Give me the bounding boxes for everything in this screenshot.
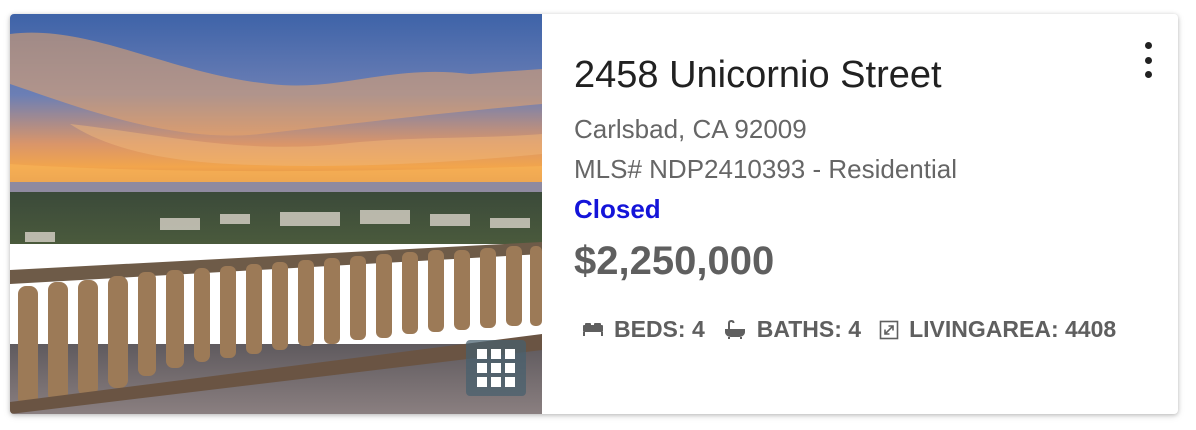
expand-icon	[879, 320, 899, 339]
listing-city: Carlsbad, CA 92009	[574, 114, 807, 144]
feature-living-area: LIVINGAREA: 4408	[879, 316, 1116, 343]
listing-card[interactable]: 2458 Unicornio Street Carlsbad, CA 92009…	[10, 14, 1178, 414]
listing-info: 2458 Unicornio Street Carlsbad, CA 92009…	[574, 14, 1178, 414]
living-area-label: LIVINGAREA: 4408	[909, 316, 1117, 342]
listing-address[interactable]: 2458 Unicornio Street	[574, 54, 942, 97]
gallery-button[interactable]	[466, 340, 526, 396]
bathtub-icon	[724, 319, 745, 339]
feature-beds: BEDS: 4	[582, 316, 705, 343]
baths-label: BATHS: 4	[756, 316, 862, 342]
more-vertical-icon[interactable]	[1138, 42, 1158, 78]
property-photo-image	[10, 14, 542, 414]
listing-mls: MLS# NDP2410393 - Residential	[574, 154, 957, 184]
listing-features: BEDS: 4 BATHS: 4 LIVINGAREA: 4408	[582, 316, 1134, 343]
listing-price: $2,250,000	[574, 239, 775, 283]
grid-icon	[477, 349, 515, 387]
property-photo[interactable]	[10, 14, 542, 414]
beds-label: BEDS: 4	[614, 316, 705, 342]
bed-icon	[583, 322, 603, 336]
status-label: Closed	[574, 194, 661, 224]
feature-baths: BATHS: 4	[723, 316, 861, 343]
